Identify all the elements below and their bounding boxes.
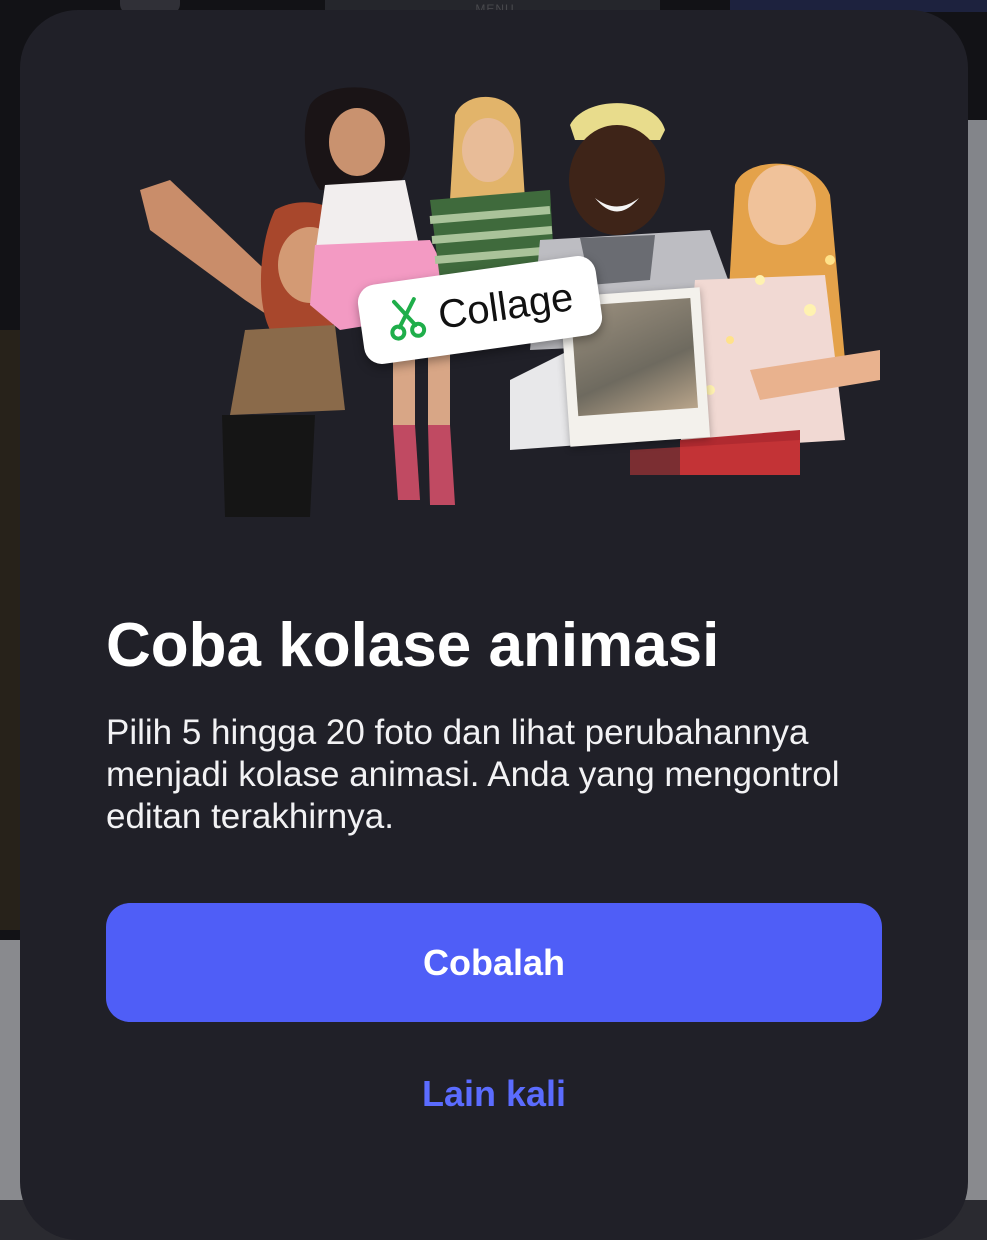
collage-illustration: Collage [110, 80, 890, 520]
not-now-button[interactable]: Lain kali [344, 1062, 644, 1126]
promo-title: Coba kolase animasi [106, 611, 720, 680]
person-green-sweater [429, 96, 555, 280]
try-it-button[interactable]: Cobalah [106, 903, 882, 1022]
scissors-icon [384, 293, 430, 347]
promo-description: Pilih 5 hingga 20 foto dan lihat perubah… [106, 713, 840, 836]
collage-sticker-label: Collage [435, 274, 576, 338]
